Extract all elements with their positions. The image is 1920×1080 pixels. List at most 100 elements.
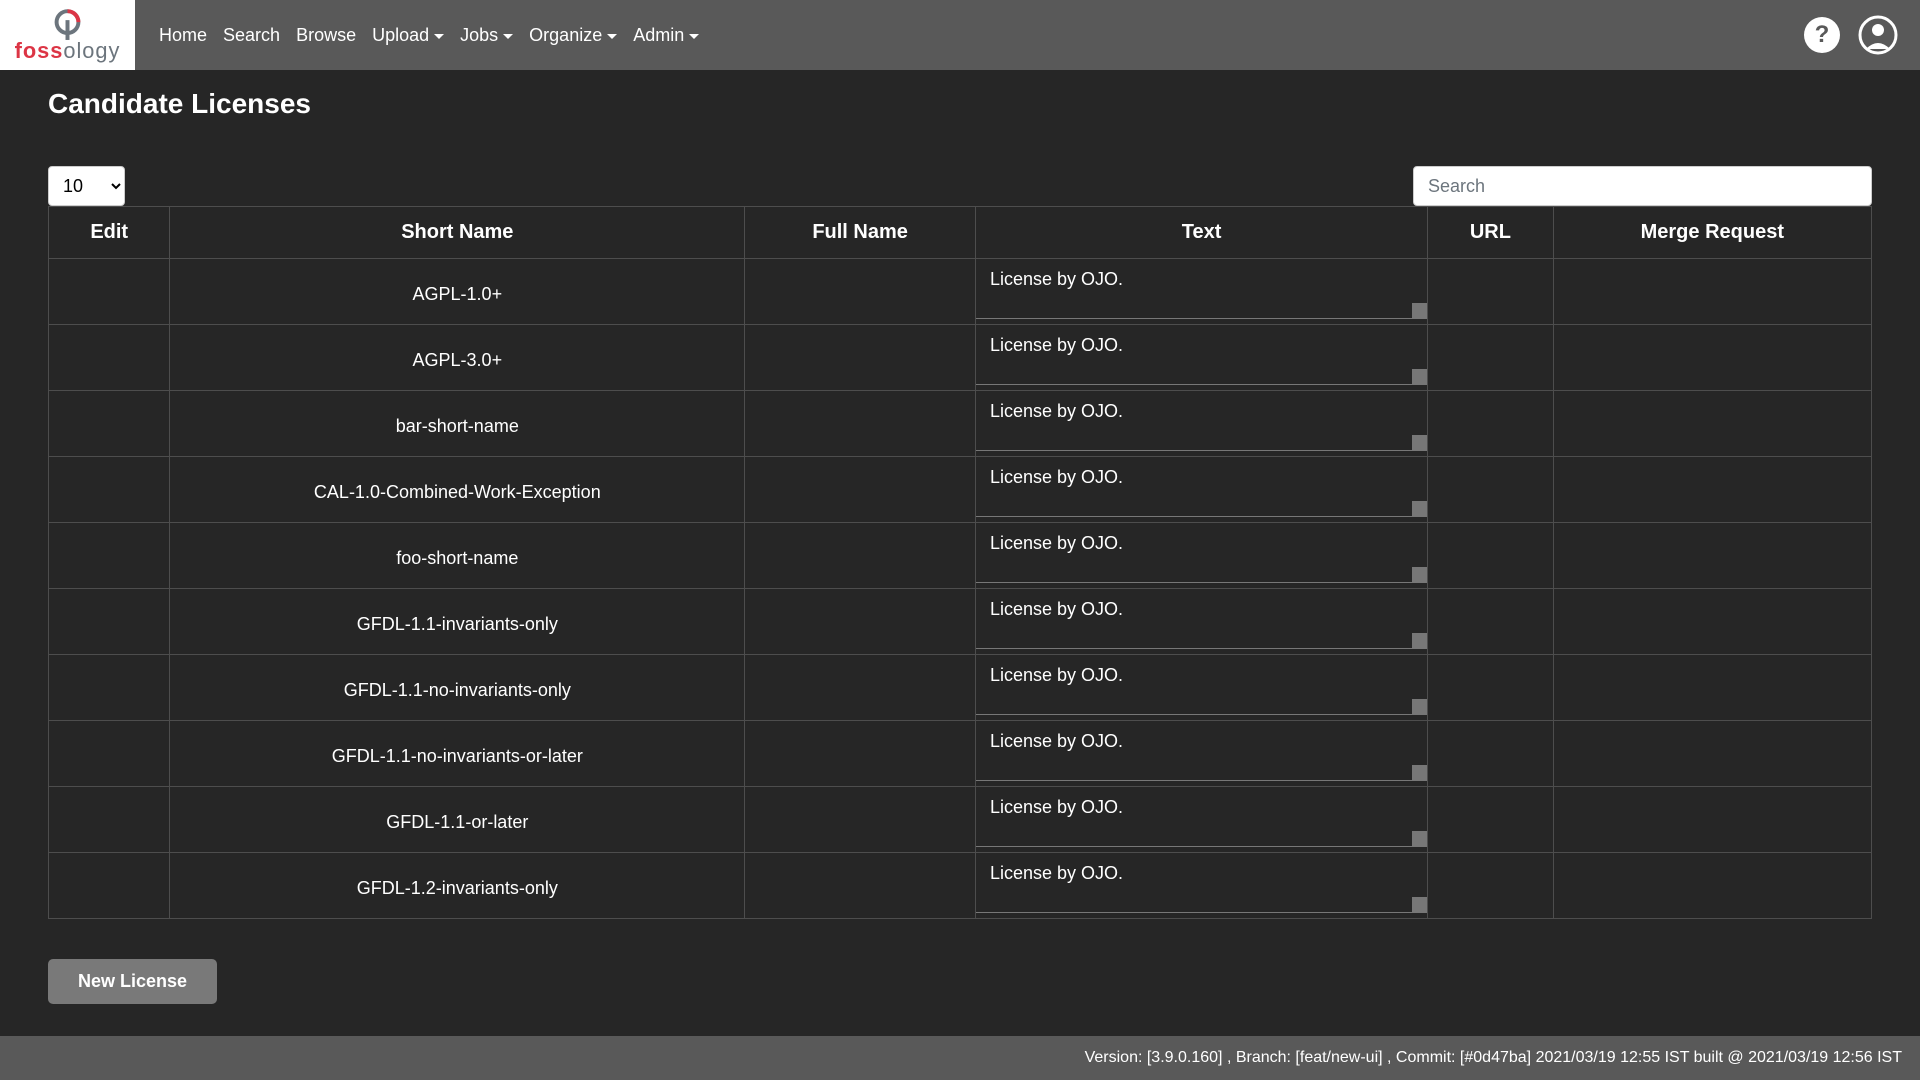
page-size-select[interactable]: 10	[48, 166, 125, 206]
new-license-button[interactable]: New License	[48, 959, 217, 1004]
cell-merge[interactable]	[1553, 325, 1871, 391]
cell-merge[interactable]	[1553, 655, 1871, 721]
nav-item-organize[interactable]: Organize	[529, 25, 617, 46]
cell-merge[interactable]	[1553, 787, 1871, 853]
cell-edit[interactable]	[49, 523, 170, 589]
cell-full-name	[745, 391, 976, 457]
cell-full-name	[745, 589, 976, 655]
col-short: Short Name	[170, 207, 745, 259]
cell-url	[1428, 325, 1553, 391]
nav-item-browse[interactable]: Browse	[296, 25, 356, 46]
license-text-input[interactable]	[976, 391, 1427, 451]
cell-url	[1428, 721, 1553, 787]
cell-edit[interactable]	[49, 457, 170, 523]
cell-url	[1428, 391, 1553, 457]
cell-short-name: GFDL-1.1-no-invariants-only	[170, 655, 745, 721]
cell-short-name: AGPL-3.0+	[170, 325, 745, 391]
cell-merge[interactable]	[1553, 721, 1871, 787]
cell-short-name: GFDL-1.1-no-invariants-or-later	[170, 721, 745, 787]
search-input[interactable]	[1413, 166, 1872, 206]
chevron-down-icon	[434, 34, 444, 39]
cell-short-name: AGPL-1.0+	[170, 259, 745, 325]
help-icon[interactable]: ?	[1804, 17, 1840, 53]
cell-text	[976, 721, 1428, 787]
cell-url	[1428, 259, 1553, 325]
nav-label: Organize	[529, 25, 602, 46]
license-text-input[interactable]	[976, 259, 1427, 319]
table-controls: 10	[48, 166, 1872, 206]
col-text: Text	[976, 207, 1428, 259]
cell-full-name	[745, 325, 976, 391]
license-text-input[interactable]	[976, 523, 1427, 583]
chevron-down-icon	[503, 34, 513, 39]
table-row: AGPL-3.0+	[49, 325, 1872, 391]
nav-label: Jobs	[460, 25, 498, 46]
col-merge: Merge Request	[1553, 207, 1871, 259]
licenses-table: Edit Short Name Full Name Text URL Merge…	[48, 206, 1872, 919]
license-text-input[interactable]	[976, 457, 1427, 517]
brand-logo[interactable]: fossology	[0, 0, 135, 70]
nav-item-search[interactable]: Search	[223, 25, 280, 46]
cell-edit[interactable]	[49, 853, 170, 919]
main-content: Candidate Licenses 10 Edit Short Name Fu…	[0, 70, 1920, 1034]
cell-merge[interactable]	[1553, 853, 1871, 919]
cell-text	[976, 523, 1428, 589]
cell-text	[976, 457, 1428, 523]
license-text-input[interactable]	[976, 853, 1427, 913]
cell-text	[976, 589, 1428, 655]
cell-url	[1428, 523, 1553, 589]
cell-short-name: GFDL-1.1-invariants-only	[170, 589, 745, 655]
svg-text:fossology: fossology	[15, 38, 121, 63]
nav-item-upload[interactable]: Upload	[372, 25, 444, 46]
table-row: GFDL-1.2-invariants-only	[49, 853, 1872, 919]
cell-short-name: CAL-1.0-Combined-Work-Exception	[170, 457, 745, 523]
table-row: GFDL-1.1-no-invariants-or-later	[49, 721, 1872, 787]
table-row: GFDL-1.1-or-later	[49, 787, 1872, 853]
license-text-input[interactable]	[976, 325, 1427, 385]
license-text-input[interactable]	[976, 589, 1427, 649]
license-text-input[interactable]	[976, 721, 1427, 781]
cell-edit[interactable]	[49, 589, 170, 655]
cell-full-name	[745, 787, 976, 853]
nav-label: Search	[223, 25, 280, 46]
cell-edit[interactable]	[49, 721, 170, 787]
cell-text	[976, 391, 1428, 457]
cell-url	[1428, 853, 1553, 919]
cell-full-name	[745, 259, 976, 325]
user-icon[interactable]	[1858, 15, 1898, 55]
cell-full-name	[745, 721, 976, 787]
fossology-logo-icon: fossology	[8, 6, 127, 64]
cell-edit[interactable]	[49, 391, 170, 457]
cell-merge[interactable]	[1553, 589, 1871, 655]
nav-label: Admin	[633, 25, 684, 46]
chevron-down-icon	[607, 34, 617, 39]
cell-full-name	[745, 457, 976, 523]
cell-url	[1428, 589, 1553, 655]
table-row: CAL-1.0-Combined-Work-Exception	[49, 457, 1872, 523]
nav-item-home[interactable]: Home	[159, 25, 207, 46]
table-row: AGPL-1.0+	[49, 259, 1872, 325]
license-text-input[interactable]	[976, 787, 1427, 847]
col-edit: Edit	[49, 207, 170, 259]
cell-merge[interactable]	[1553, 457, 1871, 523]
cell-edit[interactable]	[49, 787, 170, 853]
cell-short-name: GFDL-1.2-invariants-only	[170, 853, 745, 919]
cell-edit[interactable]	[49, 259, 170, 325]
cell-edit[interactable]	[49, 325, 170, 391]
nav-item-admin[interactable]: Admin	[633, 25, 699, 46]
cell-text	[976, 787, 1428, 853]
nav-item-jobs[interactable]: Jobs	[460, 25, 513, 46]
cell-short-name: bar-short-name	[170, 391, 745, 457]
cell-url	[1428, 655, 1553, 721]
cell-merge[interactable]	[1553, 391, 1871, 457]
table-row: GFDL-1.1-no-invariants-only	[49, 655, 1872, 721]
cell-merge[interactable]	[1553, 523, 1871, 589]
table-row: GFDL-1.1-invariants-only	[49, 589, 1872, 655]
cell-merge[interactable]	[1553, 259, 1871, 325]
footer: Version: [3.9.0.160] , Branch: [feat/new…	[0, 1036, 1920, 1080]
cell-text	[976, 325, 1428, 391]
main-nav: Home Search Browse Upload Jobs Organize Admin	[159, 25, 699, 46]
license-text-input[interactable]	[976, 655, 1427, 715]
chevron-down-icon	[689, 34, 699, 39]
cell-edit[interactable]	[49, 655, 170, 721]
